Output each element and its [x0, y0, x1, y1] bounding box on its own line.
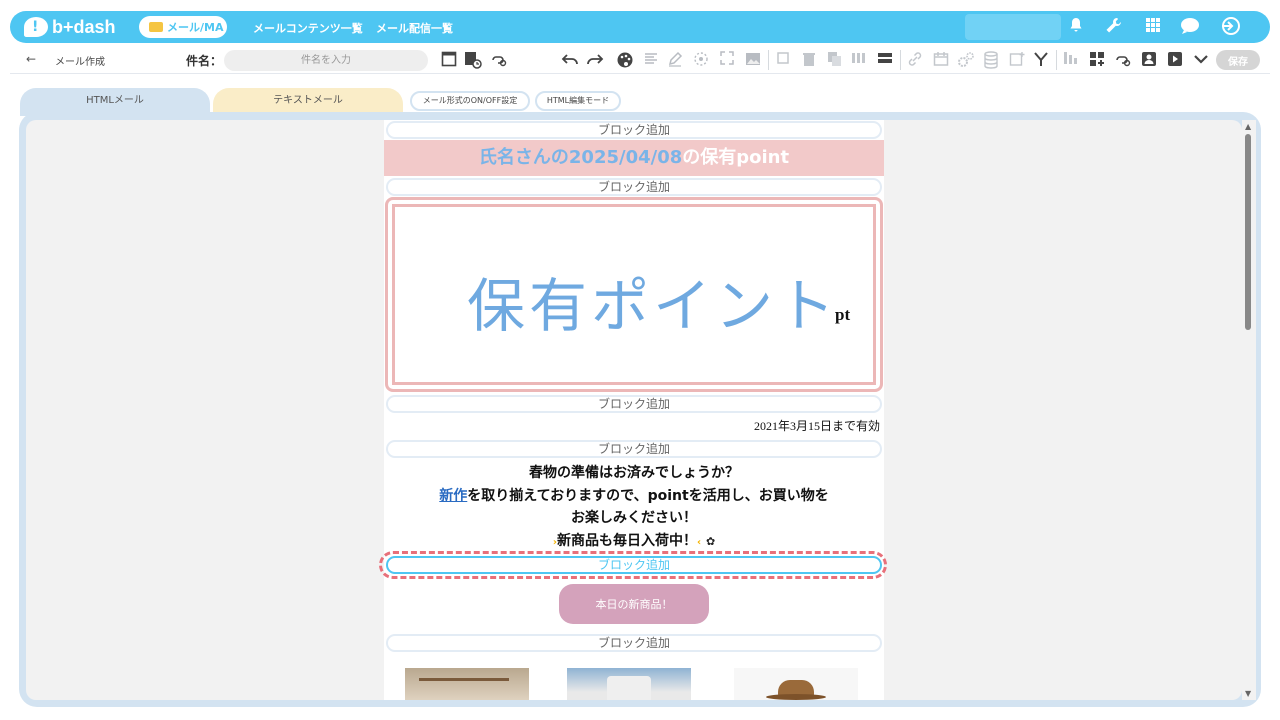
duplicate-icon[interactable]	[826, 51, 844, 69]
nav-mail-ma-label: メール/MA	[167, 21, 224, 34]
title-date: 2025/04/08	[568, 147, 683, 168]
sparkle-right-icon: ‹	[696, 536, 702, 548]
new-arrivals-link[interactable]: 新作	[439, 488, 467, 504]
account-info-blurred	[965, 14, 1061, 40]
bar-chart-icon[interactable]	[1062, 51, 1080, 69]
subject-label: 件名：	[186, 54, 223, 68]
undo-icon[interactable]	[561, 51, 579, 69]
editor-toolbar: ← メール作成 件名： 件名を入力 保存	[10, 44, 1270, 74]
email-title-band: 氏名さんの2025/04/08の保有point	[384, 140, 884, 176]
point-image-inner-border: 保有ポイント pt	[392, 204, 876, 385]
product-image-skirt[interactable]	[567, 668, 691, 700]
add-block-button[interactable]: ブロック追加	[386, 634, 882, 652]
target-icon[interactable]	[692, 51, 710, 69]
schedule-save-icon[interactable]	[464, 51, 482, 69]
wrench-icon[interactable]	[1104, 17, 1124, 37]
gears-icon[interactable]	[956, 51, 974, 69]
scroll-down-arrow-icon[interactable]: ▼	[1245, 689, 1251, 698]
logo-text: b+dash	[52, 16, 116, 37]
body-line-4-text: 新商品も毎日入荷中！	[556, 532, 697, 549]
editor-canvas: ブロック追加 氏名さんの2025/04/08の保有point ブロック追加 保有…	[26, 120, 1242, 700]
logout-icon[interactable]	[1220, 17, 1240, 37]
point-heading: 保有ポイント	[467, 272, 840, 340]
add-block-button[interactable]: ブロック追加	[386, 395, 882, 413]
html-edit-mode-button[interactable]: HTML編集モード	[535, 91, 621, 111]
product-image-clothing-rack[interactable]	[405, 668, 529, 700]
database-icon[interactable]	[982, 51, 1000, 69]
toggle-format-button[interactable]: メール形式のON/OFF設定	[410, 91, 530, 111]
rows-layout-icon[interactable]	[876, 51, 894, 69]
title-prefix: 氏名さんの	[478, 147, 569, 168]
branch-filter-icon[interactable]	[1032, 51, 1050, 69]
toolbar-separator	[1056, 50, 1057, 70]
body-text-block[interactable]: 春物の準備はお済みでしょうか？ 新作を取り揃えておりますので、pointを活用し…	[384, 462, 884, 554]
add-note-icon[interactable]	[1008, 51, 1026, 69]
bell-icon[interactable]	[1066, 17, 1086, 37]
link-settings-icon[interactable]	[490, 51, 508, 69]
save-button[interactable]: 保存	[1216, 50, 1260, 70]
expiry-text: 2021年3月15日まで有効	[753, 419, 880, 433]
link-settings-icon-2[interactable]	[1114, 51, 1132, 69]
add-block-button[interactable]: ブロック追加	[386, 121, 882, 139]
body-line-2-rest: を取り揃えておりますので、pointを活用し、お買い物を	[467, 487, 829, 504]
text-align-icon[interactable]	[642, 51, 660, 69]
app-window: b+dash メール/MA メールコンテンツ一覧 メール配信一覧 ← メール作成…	[0, 0, 1280, 720]
body-line-2: 新作を取り揃えておりますので、pointを活用し、お買い物を	[384, 485, 884, 508]
folder-icon	[149, 22, 163, 32]
pen-edit-icon[interactable]	[666, 51, 684, 69]
video-play-icon[interactable]	[1166, 51, 1184, 69]
color-palette-icon[interactable]	[616, 51, 634, 69]
logo-bubble-icon	[24, 17, 48, 37]
profile-card-icon[interactable]	[1140, 51, 1158, 69]
chevron-down-icon[interactable]	[1192, 51, 1210, 69]
nav-mail-ma[interactable]: メール/MA	[139, 16, 227, 38]
chat-icon[interactable]	[1180, 17, 1200, 37]
toolbar-separator	[900, 50, 901, 70]
image-icon[interactable]	[744, 51, 762, 69]
nav-mail-content-list[interactable]: メールコンテンツ一覧	[253, 20, 363, 36]
grid-icon[interactable]	[1143, 17, 1163, 37]
add-widget-icon[interactable]	[1088, 51, 1106, 69]
nav-mail-delivery-list[interactable]: メール配信一覧	[376, 20, 453, 36]
product-image-hat[interactable]	[734, 668, 858, 700]
preview-window-icon[interactable]	[440, 51, 458, 69]
trash-icon[interactable]	[800, 51, 818, 69]
calendar-icon[interactable]	[932, 51, 950, 69]
scroll-up-arrow-icon[interactable]: ▲	[1245, 122, 1251, 131]
scrollbar-thumb[interactable]	[1245, 134, 1251, 330]
add-block-button[interactable]: ブロック追加	[386, 440, 882, 458]
add-block-button[interactable]: ブロック追加	[386, 178, 882, 196]
gear-icon[interactable]: ✿	[706, 535, 715, 548]
top-navigation-bar: b+dash メール/MA メールコンテンツ一覧 メール配信一覧	[10, 11, 1270, 43]
columns-icon[interactable]	[850, 51, 868, 69]
copy-block-icon[interactable]	[774, 51, 792, 69]
body-line-3: お楽しみください！	[571, 510, 697, 526]
product-image-row	[384, 668, 884, 700]
subject-input[interactable]	[224, 50, 428, 71]
redo-icon[interactable]	[586, 51, 604, 69]
bdash-logo[interactable]: b+dash	[24, 16, 116, 38]
title-suffix: の保有point	[682, 147, 790, 168]
new-products-button[interactable]: 本日の新商品！	[559, 584, 709, 624]
toolbar-separator	[768, 50, 769, 70]
point-unit: pt	[835, 305, 851, 324]
point-image-block[interactable]: 保有ポイント pt	[385, 197, 883, 392]
body-line-1: 春物の準備はお済みでしょうか？	[529, 465, 739, 481]
email-preview: ブロック追加 氏名さんの2025/04/08の保有point ブロック追加 保有…	[379, 120, 887, 700]
fullscreen-icon[interactable]	[718, 51, 736, 69]
hyperlink-icon[interactable]	[906, 51, 924, 69]
page-title: メール作成	[55, 57, 105, 68]
add-block-button-active[interactable]: ブロック追加	[386, 556, 882, 574]
back-arrow-icon[interactable]: ←	[26, 52, 36, 66]
vertical-scrollbar[interactable]: ▲ ▼	[1242, 120, 1256, 700]
